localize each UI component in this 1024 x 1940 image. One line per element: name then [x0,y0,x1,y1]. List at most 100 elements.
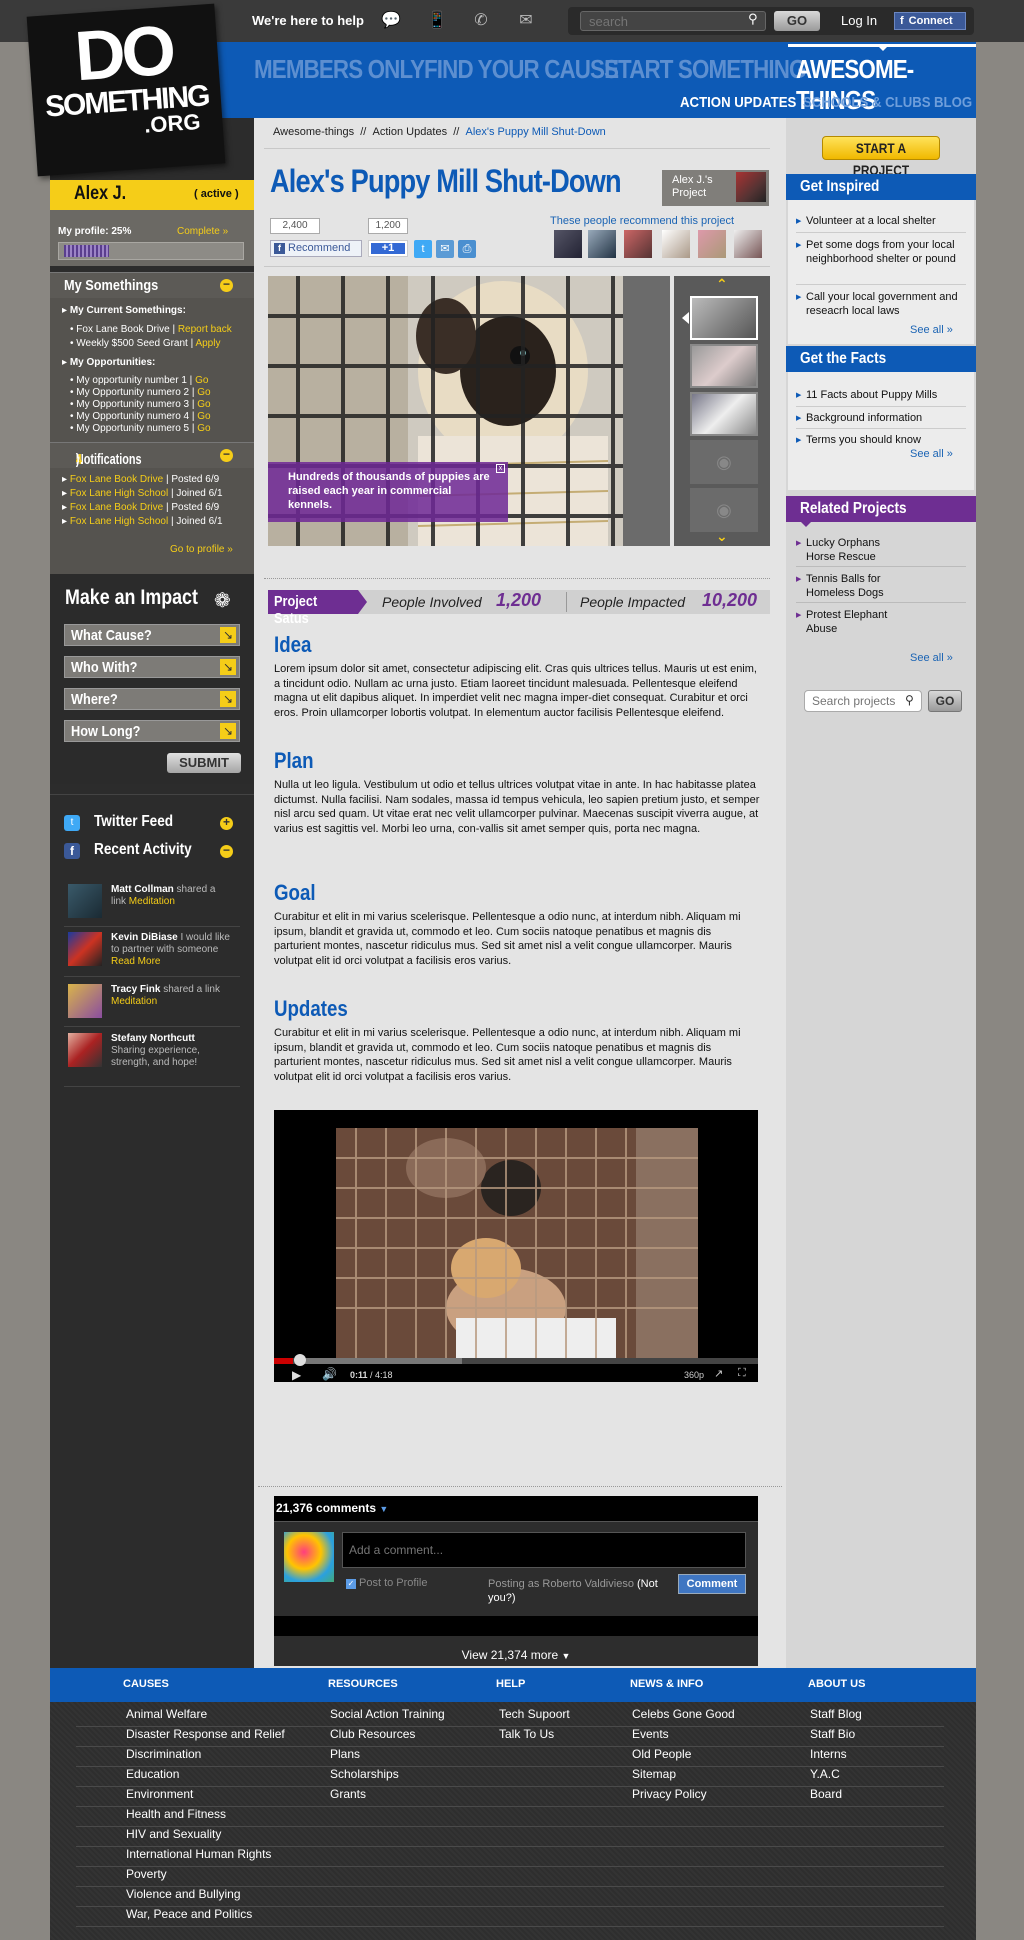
facebook-recommend-button[interactable]: f Recommend [270,240,362,257]
see-all-related-link[interactable]: See all » [910,652,953,664]
footer-link-resources[interactable]: Club Resources [330,1727,415,1741]
avatar[interactable] [68,1033,102,1067]
notifications-minus-icon[interactable]: − [220,448,233,462]
avatar[interactable] [68,884,102,918]
footer-link-about[interactable]: Board [810,1787,842,1801]
search-projects-go-button[interactable]: GO [928,690,962,712]
footer-link-causes[interactable]: Discrimination [126,1747,201,1761]
google-plusone-button[interactable]: +1 [368,240,408,257]
print-icon[interactable]: ⎙ [458,240,476,258]
collapse-minus-icon[interactable]: − [220,278,233,292]
chevron-up-icon[interactable]: ⌃ [716,276,728,293]
view-more-comments[interactable]: View 21,374 more ▼ [274,1648,758,1662]
start-project-button[interactable]: START A PROJECT [822,136,940,178]
activity-link[interactable]: Meditation [111,996,157,1007]
nav-members-only[interactable]: MEMBERS ONLY [254,54,425,85]
current-something-1-name[interactable]: Fox Lane Book Drive [76,324,169,335]
opportunity-1-go[interactable]: Go [195,375,208,386]
opportunity-1-name[interactable]: My opportunity number 1 [76,375,187,386]
footer-link-causes[interactable]: Environment [126,1787,193,1801]
thumbnail-3[interactable] [690,392,758,436]
who-with-button[interactable]: Who With? ↘ [64,656,240,678]
avatar[interactable] [68,984,102,1018]
play-icon[interactable]: ▶ [292,1368,301,1382]
chevron-down-icon[interactable]: ⌄ [716,528,728,545]
email-share-icon[interactable]: ✉ [436,240,454,258]
footer-link-causes[interactable]: HIV and Sexuality [126,1827,221,1841]
inspired-item-3[interactable]: Call your local government and reseacrh … [796,290,966,318]
activity-user[interactable]: Kevin DiBiase [111,932,178,943]
activity-link[interactable]: Read More [111,956,160,967]
fullscreen-icon[interactable]: ⛶ [738,1367,746,1380]
user-name[interactable]: Alex J. [74,183,126,205]
how-long-button[interactable]: How Long? ↘ [64,720,240,742]
footer-link-causes[interactable]: Violence and Bullying [126,1887,241,1901]
search-icon[interactable]: ⚲ [748,11,758,27]
impact-submit-button[interactable]: SUBMIT [167,753,241,773]
related-project-3[interactable]: Protest Elephant Abuse [796,608,906,636]
footer-link-help[interactable]: Talk To Us [499,1727,554,1741]
opportunity-2-name[interactable]: My Opportunity numero 2 [76,387,189,398]
footer-link-causes[interactable]: Animal Welfare [126,1707,207,1721]
avatar[interactable] [588,230,616,258]
video-scrubber[interactable] [294,1354,306,1366]
avatar[interactable] [736,172,766,202]
fact-item-2[interactable]: Background information [796,411,966,426]
footer-link-causes[interactable]: Poverty [126,1867,167,1881]
apply-link[interactable]: Apply [195,338,220,349]
footer-link-about[interactable]: Y.A.C [810,1767,840,1781]
search-go-button[interactable]: GO [774,11,820,31]
avatar[interactable] [68,932,102,966]
footer-link-about[interactable]: Staff Bio [810,1727,855,1741]
opportunity-5-name[interactable]: My Opportunity numero 5 [76,423,189,434]
report-back-link[interactable]: Report back [178,324,232,335]
login-link[interactable]: Log In [841,13,877,28]
comment-count[interactable]: 21,376 comments ▼ [276,1501,388,1515]
footer-link-news[interactable]: Events [632,1727,669,1741]
thumbnail-1[interactable] [690,296,758,340]
thumbnail-2[interactable] [690,344,758,388]
facebook-connect-button[interactable]: f Connect [894,12,966,30]
footer-link-news[interactable]: Old People [632,1747,691,1761]
opportunity-4-name[interactable]: My Opportunity numero 4 [76,411,189,422]
related-project-2[interactable]: Tennis Balls for Homeless Dogs [796,572,906,600]
comment-submit-button[interactable]: Comment [678,1574,746,1594]
comment-input[interactable] [342,1532,746,1568]
chat-icon[interactable]: 💬 [380,10,402,30]
notification-3-link[interactable]: Fox Lane Book Drive [70,502,163,513]
footer-link-resources[interactable]: Grants [330,1787,366,1801]
footer-link-causes[interactable]: International Human Rights [126,1847,271,1861]
subnav-schools-clubs[interactable]: SCHOOLS & CLUBS [803,94,931,111]
opportunity-2-go[interactable]: Go [197,387,210,398]
activity-user[interactable]: Stefany Northcutt [111,1033,195,1044]
footer-link-causes[interactable]: Disaster Response and Relief [126,1727,285,1741]
footer-link-causes[interactable]: Health and Fitness [126,1807,226,1821]
footer-link-causes[interactable]: War, Peace and Politics [126,1907,252,1921]
footer-link-help[interactable]: Tech Supoort [499,1707,570,1721]
footer-link-about[interactable]: Interns [810,1747,847,1761]
video-frame[interactable] [336,1128,698,1358]
footer-link-causes[interactable]: Education [126,1767,179,1781]
opportunity-4-go[interactable]: Go [197,411,210,422]
opportunity-3-go[interactable]: Go [197,399,210,410]
where-button[interactable]: Where? ↘ [64,688,240,710]
avatar[interactable] [698,230,726,258]
share-icon[interactable]: ↗ [714,1367,723,1380]
what-cause-button[interactable]: What Cause? ↘ [64,624,240,646]
inspired-item-2[interactable]: Pet some dogs from your local neighborho… [796,238,966,266]
avatar[interactable] [662,230,690,258]
activity-user[interactable]: Matt Collman [111,884,174,895]
fact-item-1[interactable]: 11 Facts about Puppy Mills [796,388,966,403]
footer-link-news[interactable]: Privacy Policy [632,1787,707,1801]
search-icon[interactable]: ⚲ [905,693,914,707]
footer-link-about[interactable]: Staff Blog [810,1707,862,1721]
nav-find-your-cause[interactable]: FIND YOUR CAUSE [424,54,619,85]
mail-icon[interactable]: ✉ [515,10,537,30]
go-to-profile-link[interactable]: Go to profile » [170,544,233,555]
activity-link[interactable]: Meditation [129,896,175,907]
current-something-2-name[interactable]: Weekly $500 Seed Grant [76,338,188,349]
footer-link-news[interactable]: Sitemap [632,1767,676,1781]
inspired-item-1[interactable]: Volunteer at a local shelter [796,214,966,229]
profile-complete-link[interactable]: Complete » [177,226,228,237]
notification-1-link[interactable]: Fox Lane Book Drive [70,474,163,485]
